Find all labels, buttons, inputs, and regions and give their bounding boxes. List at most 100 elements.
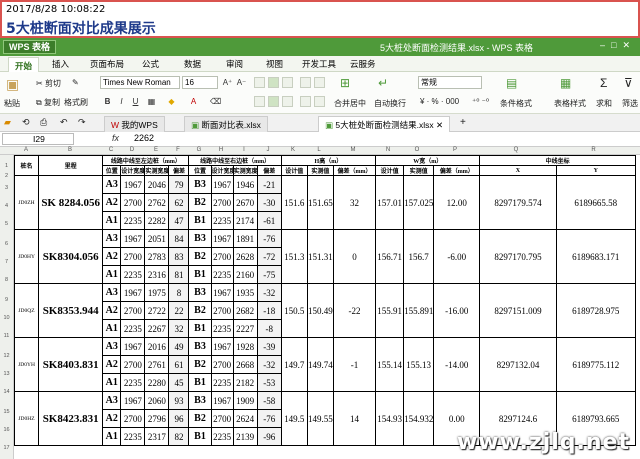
right-design-cell[interactable]: 1967 xyxy=(210,283,234,302)
tab-developer[interactable]: 开发工具 xyxy=(302,58,336,70)
h-dev-cell[interactable]: -22 xyxy=(332,283,377,338)
h-design-cell[interactable]: 151.6 xyxy=(280,175,308,230)
column-letter[interactable]: C xyxy=(102,147,120,153)
brush-icon[interactable]: ✎ xyxy=(72,78,79,87)
right-measured-cell[interactable]: 1928 xyxy=(232,337,258,356)
right-dev-cell[interactable]: -32 xyxy=(256,283,282,302)
left-dev-cell[interactable]: 84 xyxy=(168,229,190,248)
redo-icon[interactable]: ↷ xyxy=(78,117,86,128)
w-measured-cell[interactable]: 155.13 xyxy=(403,337,435,392)
column-letter[interactable]: G xyxy=(188,147,210,153)
tab-insert[interactable]: 插入 xyxy=(52,58,69,70)
row-number[interactable]: 5 xyxy=(0,221,13,227)
w-dev-cell[interactable]: -16.00 xyxy=(433,283,481,338)
column-letter[interactable]: O xyxy=(402,147,432,153)
row-number[interactable]: 13 xyxy=(0,371,13,377)
cut-button[interactable]: ✂ 剪切 xyxy=(36,78,61,89)
right-design-cell[interactable]: 2235 xyxy=(210,373,234,392)
align-right-icon[interactable] xyxy=(282,96,293,107)
left-dev-cell[interactable]: 45 xyxy=(168,373,190,392)
right-measured-cell[interactable]: 2628 xyxy=(232,247,258,266)
x-coord-cell[interactable]: 8297151.009 xyxy=(479,283,557,338)
left-design-cell[interactable]: 2235 xyxy=(120,211,146,230)
row-number[interactable]: 16 xyxy=(0,427,13,433)
left-measured-cell[interactable]: 1975 xyxy=(144,283,170,302)
clear-format-icon[interactable]: ⌫ xyxy=(210,96,221,107)
column-letter[interactable]: L xyxy=(306,147,332,153)
left-pos-cell[interactable]: A3 xyxy=(102,283,122,302)
left-measured-cell[interactable]: 2783 xyxy=(144,247,170,266)
left-pos-cell[interactable]: A1 xyxy=(102,427,122,446)
right-measured-cell[interactable]: 2182 xyxy=(232,373,258,392)
left-design-cell[interactable]: 2235 xyxy=(120,265,146,284)
right-design-cell[interactable]: 2700 xyxy=(210,247,234,266)
format-painter-button[interactable]: 格式刷 xyxy=(64,97,88,108)
left-design-cell[interactable]: 1967 xyxy=(120,337,146,356)
right-pos-cell[interactable]: B2 xyxy=(188,247,212,266)
h-design-cell[interactable]: 151.3 xyxy=(280,229,308,284)
right-measured-cell[interactable]: 1909 xyxy=(232,391,258,410)
align-middle-icon[interactable] xyxy=(268,77,279,88)
right-pos-cell[interactable]: B2 xyxy=(188,193,212,212)
table-style-button[interactable]: 表格样式 xyxy=(554,98,586,109)
new-tab-icon[interactable]: + xyxy=(460,117,466,128)
row-number[interactable]: 1 xyxy=(0,163,13,169)
left-dev-cell[interactable]: 47 xyxy=(168,211,190,230)
left-design-cell[interactable]: 1967 xyxy=(120,283,146,302)
left-dev-cell[interactable]: 83 xyxy=(168,247,190,266)
right-measured-cell[interactable]: 2668 xyxy=(232,355,258,374)
tab-cloud[interactable]: 云服务 xyxy=(350,58,376,70)
y-coord-cell[interactable]: 6189665.58 xyxy=(555,175,637,230)
right-design-cell[interactable]: 2700 xyxy=(210,301,234,320)
column-letter[interactable]: F xyxy=(168,147,188,153)
left-design-cell[interactable]: 2700 xyxy=(120,355,146,374)
grow-font-icon[interactable]: A⁺ xyxy=(222,77,233,88)
wrap-text-icon[interactable]: ↵ xyxy=(378,76,388,90)
pile-cell[interactable]: JD0ZH xyxy=(13,175,40,230)
left-measured-cell[interactable]: 2317 xyxy=(144,427,170,446)
align-left-icon[interactable] xyxy=(254,96,265,107)
border-icon[interactable]: ▦ xyxy=(146,96,157,107)
align-center-icon[interactable] xyxy=(268,96,279,107)
w-measured-cell[interactable]: 154.932 xyxy=(403,391,435,446)
left-design-cell[interactable]: 2700 xyxy=(120,409,146,428)
doc-tab-my-wps[interactable]: W 我的WPS xyxy=(104,116,165,132)
left-pos-cell[interactable]: A2 xyxy=(102,409,122,428)
h-measured-cell[interactable]: 151.65 xyxy=(306,175,334,230)
left-dev-cell[interactable]: 81 xyxy=(168,265,190,284)
h-dev-cell[interactable]: -1 xyxy=(332,337,377,392)
right-dev-cell[interactable]: -30 xyxy=(256,193,282,212)
w-dev-cell[interactable]: -6.00 xyxy=(433,229,481,284)
left-pos-cell[interactable]: A1 xyxy=(102,373,122,392)
distribute-icon[interactable] xyxy=(314,96,325,107)
right-pos-cell[interactable]: B3 xyxy=(188,337,212,356)
column-letter[interactable]: N xyxy=(374,147,402,153)
font-size-select[interactable]: 16 xyxy=(182,76,218,89)
left-measured-cell[interactable]: 2282 xyxy=(144,211,170,230)
column-letter[interactable]: B xyxy=(38,147,102,153)
row-number[interactable]: 9 xyxy=(0,297,13,303)
w-design-cell[interactable]: 154.93 xyxy=(375,391,405,446)
left-measured-cell[interactable]: 2761 xyxy=(144,355,170,374)
wps-menu-button[interactable]: WPS 表格 xyxy=(3,40,57,54)
left-dev-cell[interactable]: 8 xyxy=(168,283,190,302)
column-letter[interactable]: J xyxy=(256,147,280,153)
left-design-cell[interactable]: 1967 xyxy=(120,391,146,410)
h-measured-cell[interactable]: 151.31 xyxy=(306,229,334,284)
doc-tab-results[interactable]: ▣ 5大桩处断面检测结果.xlsx ✕ xyxy=(318,116,451,132)
right-pos-cell[interactable]: B1 xyxy=(188,373,212,392)
sum-button[interactable]: 求和 xyxy=(596,98,612,109)
h-measured-cell[interactable]: 150.49 xyxy=(306,283,334,338)
right-design-cell[interactable]: 2700 xyxy=(210,409,234,428)
window-controls[interactable]: –□✕ xyxy=(600,40,636,51)
h-measured-cell[interactable]: 149.55 xyxy=(306,391,334,446)
right-measured-cell[interactable]: 2682 xyxy=(232,301,258,320)
right-dev-cell[interactable]: -18 xyxy=(256,301,282,320)
w-dev-cell[interactable]: 12.00 xyxy=(433,175,481,230)
right-dev-cell[interactable]: -21 xyxy=(256,175,282,194)
column-letter[interactable]: K xyxy=(280,147,306,153)
tab-home[interactable]: 开始 xyxy=(8,57,40,72)
right-design-cell[interactable]: 2235 xyxy=(210,427,234,446)
column-letter[interactable]: R xyxy=(554,147,633,153)
right-measured-cell[interactable]: 1891 xyxy=(232,229,258,248)
